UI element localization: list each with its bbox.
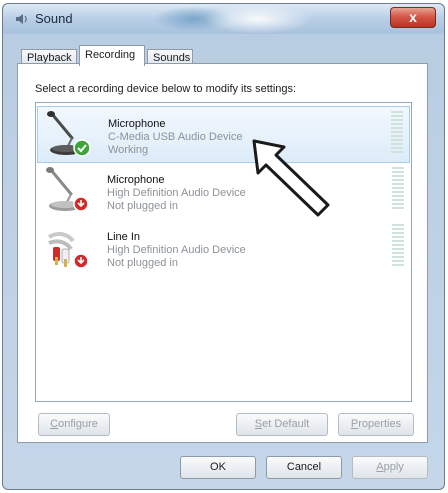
microphone-icon <box>46 167 89 212</box>
speaker-icon <box>16 14 27 24</box>
device-name: Microphone <box>107 174 165 186</box>
device-name: Line In <box>107 231 141 243</box>
check-badge-icon <box>73 139 91 157</box>
unplugged-badge-icon <box>73 253 89 269</box>
device-status: Not plugged in <box>107 200 178 212</box>
level-meter <box>392 167 404 213</box>
configure-button[interactable]: Configure <box>38 413 110 436</box>
device-list[interactable]: Microphone C-Media USB Audio Device Work… <box>35 102 412 402</box>
close-button[interactable]: x <box>390 7 436 28</box>
unplugged-badge-icon <box>73 196 89 212</box>
device-description: High Definition Audio Device <box>107 244 246 256</box>
device-description: High Definition Audio Device <box>107 187 246 199</box>
tab-recording[interactable]: Recording <box>79 45 145 66</box>
apply-button[interactable]: Apply <box>352 456 428 479</box>
device-row-hd-microphone[interactable]: Microphone High Definition Audio Device … <box>37 163 410 220</box>
level-meter <box>391 111 403 157</box>
pointer-arrow-annotation <box>252 139 330 217</box>
device-row-usb-microphone[interactable]: Microphone C-Media USB Audio Device Work… <box>37 106 410 163</box>
instruction-text: Select a recording device below to modif… <box>35 83 297 95</box>
ok-button[interactable]: OK <box>180 456 256 479</box>
device-name: Microphone <box>108 118 166 130</box>
cancel-button[interactable]: Cancel <box>266 456 342 479</box>
level-meter <box>392 224 404 270</box>
microphone-icon <box>47 111 91 157</box>
device-description: C-Media USB Audio Device <box>108 131 243 143</box>
title-bar[interactable]: Sound x <box>3 4 444 34</box>
window-title: Sound <box>35 11 73 26</box>
properties-button[interactable]: Properties <box>338 413 414 436</box>
device-status: Not plugged in <box>107 257 178 269</box>
line-in-cable-icon <box>47 232 89 269</box>
device-status: Working <box>108 144 149 156</box>
title-bar-highlight <box>203 4 313 34</box>
set-default-button[interactable]: Set Default <box>236 413 328 436</box>
device-row-line-in[interactable]: Line In High Definition Audio Device Not… <box>37 220 410 277</box>
